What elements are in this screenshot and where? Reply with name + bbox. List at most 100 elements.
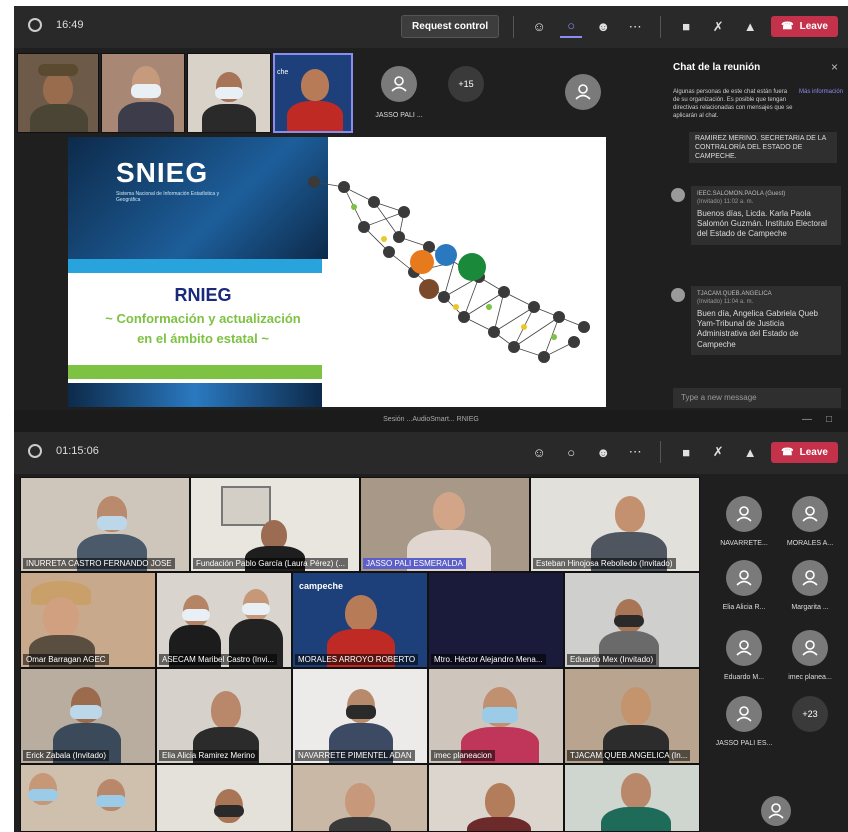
mic-off-icon[interactable]: ✗	[707, 441, 729, 463]
avatar	[565, 74, 601, 110]
person-icon	[736, 640, 752, 656]
video-tile[interactable]	[156, 764, 292, 832]
participant-name: TJACAM.QUEB.ANGELICA (In...	[567, 750, 691, 761]
window-title-bar: Sesión ...AudioSmart... RNIEG — □	[14, 410, 848, 432]
face-mask	[214, 805, 244, 817]
video-tile[interactable]: Omar Barragan AGEC	[20, 572, 156, 668]
video-tile[interactable]: INURRETA CASTRO FERNANDO JOSE	[20, 477, 190, 572]
message-time: 11:02 a. m.	[723, 198, 754, 205]
close-icon[interactable]: ×	[831, 60, 838, 74]
participant-body	[202, 104, 256, 132]
participant-name: imec planeacion	[431, 750, 495, 761]
shield-icon	[28, 444, 42, 458]
participant-face	[433, 492, 465, 530]
participant-face	[211, 691, 241, 729]
video-tile[interactable]: imec planeacion	[428, 668, 564, 764]
leave-button[interactable]: ☎ Leave	[771, 16, 838, 37]
camera-icon[interactable]: ■	[675, 441, 697, 463]
participant-avatar[interactable]	[560, 74, 606, 110]
maximize-icon[interactable]: □	[826, 414, 832, 425]
more-options-icon[interactable]: ⋯	[624, 16, 646, 38]
participant-avatar[interactable]: NAVARRETE...	[714, 496, 774, 547]
video-tile[interactable]	[564, 764, 700, 832]
video-tile-active-speaker[interactable]: che	[273, 53, 353, 133]
video-tile[interactable]	[187, 53, 271, 133]
participant-face	[621, 687, 651, 725]
snieg-logo-sub: Sistema Nacional de Información Estadíst…	[116, 191, 220, 203]
participant-avatar[interactable]: JASSO PALI ...	[366, 66, 432, 119]
minimize-icon[interactable]: —	[802, 414, 812, 425]
participant-name: NAVARRETE PIMENTEL ADAN	[295, 750, 415, 761]
blue-stripe	[68, 259, 322, 273]
network-map-graphic	[308, 176, 590, 363]
meeting-controls: ☺ ○ ☻ ⋯ ■ ✗ ▲ ☎ Leave	[528, 441, 838, 463]
participant-avatar[interactable]	[746, 796, 806, 826]
more-options-icon[interactable]: ⋯	[624, 441, 646, 463]
meeting-timer: 01:15:06	[28, 444, 99, 458]
avatar-name: JASSO PALI ...	[375, 112, 423, 119]
leave-button[interactable]: ☎ Leave	[771, 441, 838, 463]
phone-icon: ☎	[781, 446, 794, 458]
shield-icon	[28, 18, 42, 32]
avatar-name: MORALES A...	[786, 540, 834, 547]
reactions-icon[interactable]: ☻	[592, 441, 614, 463]
video-tile[interactable]: Erick Zabala (Invitado)	[20, 668, 156, 764]
face-mask	[346, 705, 376, 719]
more-info-link[interactable]: Más información	[799, 88, 843, 96]
share-icon[interactable]: ▲	[739, 16, 761, 38]
share-icon[interactable]: ▲	[739, 441, 761, 463]
chat-icon[interactable]: ○	[560, 441, 582, 463]
reactions-icon[interactable]: ☻	[592, 16, 614, 38]
face-mask	[482, 707, 518, 723]
banner-fragment: che	[277, 69, 289, 76]
video-tile[interactable]: Esteban Hinojosa Rebolledo (Invitado)	[530, 477, 700, 572]
message-bubble: TJACAM.QUEB.ANGELICA (Invitado) 11:04 a.…	[691, 286, 841, 356]
video-tile[interactable]: TJACAM.QUEB.ANGELICA (In...	[564, 668, 700, 764]
person-icon	[575, 84, 591, 100]
video-tile[interactable]: Mtro. Héctor Alejandro Mena...	[428, 572, 564, 668]
wall-picture	[221, 486, 271, 526]
video-tile[interactable]: Eduardo Mex (Invitado)	[564, 572, 700, 668]
green-stripe	[68, 365, 322, 379]
chat-message-input[interactable]: Type a new message	[673, 388, 841, 408]
participant-body	[30, 104, 88, 132]
video-tile[interactable]: Elia Alicia Ramirez Merino	[156, 668, 292, 764]
request-control-button[interactable]: Request control	[401, 15, 500, 38]
participant-avatar[interactable]: imec planea...	[780, 630, 840, 681]
participant-avatar[interactable]: Elia Alicia R...	[714, 560, 774, 611]
chat-message: IEEC.SALOMON.PAOLA (Guest) (Invitado) 11…	[671, 186, 841, 245]
bottom-toolbar: 01:15:06 ☺ ○ ☻ ⋯ ■ ✗ ▲ ☎ Leave	[14, 432, 848, 474]
overflow-participants[interactable]: +15	[444, 66, 488, 102]
avatar	[726, 696, 762, 732]
overflow-count: +23	[792, 696, 828, 732]
participant-name: Elia Alicia Ramirez Merino	[159, 750, 258, 761]
meeting-timer: 16:49	[28, 18, 84, 32]
video-tile[interactable]: NAVARRETE PIMENTEL ADAN	[292, 668, 428, 764]
video-tile[interactable]: Fundación Pablo García (Laura Pérez) (..…	[190, 477, 360, 572]
participant-avatar[interactable]: MORALES A...	[780, 496, 840, 547]
video-tile[interactable]: campeche MORALES ARROYO ROBERTO	[292, 572, 428, 668]
video-tile[interactable]	[101, 53, 185, 133]
chat-message: TJACAM.QUEB.ANGELICA (Invitado) 11:04 a.…	[671, 286, 841, 356]
divider	[513, 15, 515, 38]
participants-icon[interactable]: ☺	[528, 441, 550, 463]
video-tile[interactable]	[17, 53, 99, 133]
video-tile[interactable]: JASSO PALI ESMERALDA	[360, 477, 530, 572]
window-title: Sesión ...AudioSmart... RNIEG	[383, 416, 479, 423]
video-tile[interactable]	[292, 764, 428, 832]
overflow-participants[interactable]: +23	[780, 696, 840, 732]
participant-avatar[interactable]: Margarita ...	[780, 560, 840, 611]
camera-icon[interactable]: ■	[675, 16, 697, 38]
participant-avatar[interactable]: Eduardo M...	[714, 630, 774, 681]
chat-icon[interactable]: ○	[560, 16, 583, 38]
participant-avatar[interactable]: JASSO PALI ES...	[714, 696, 774, 747]
video-tile[interactable]	[20, 764, 156, 832]
face-mask	[242, 603, 270, 615]
participants-icon[interactable]: ☺	[528, 16, 550, 38]
meeting-controls: Request control ☺ ○ ☻ ⋯ ■ ✗ ▲ ☎ Leave	[401, 15, 838, 38]
message-text: Buenos días, Licda. Karla Paola Salomón …	[697, 208, 827, 239]
video-tile[interactable]	[428, 764, 564, 832]
mic-off-icon[interactable]: ✗	[707, 16, 729, 38]
video-tile[interactable]: ASECAM Maribel Castro (Invi...	[156, 572, 292, 668]
avatar-name: Eduardo M...	[723, 674, 765, 681]
